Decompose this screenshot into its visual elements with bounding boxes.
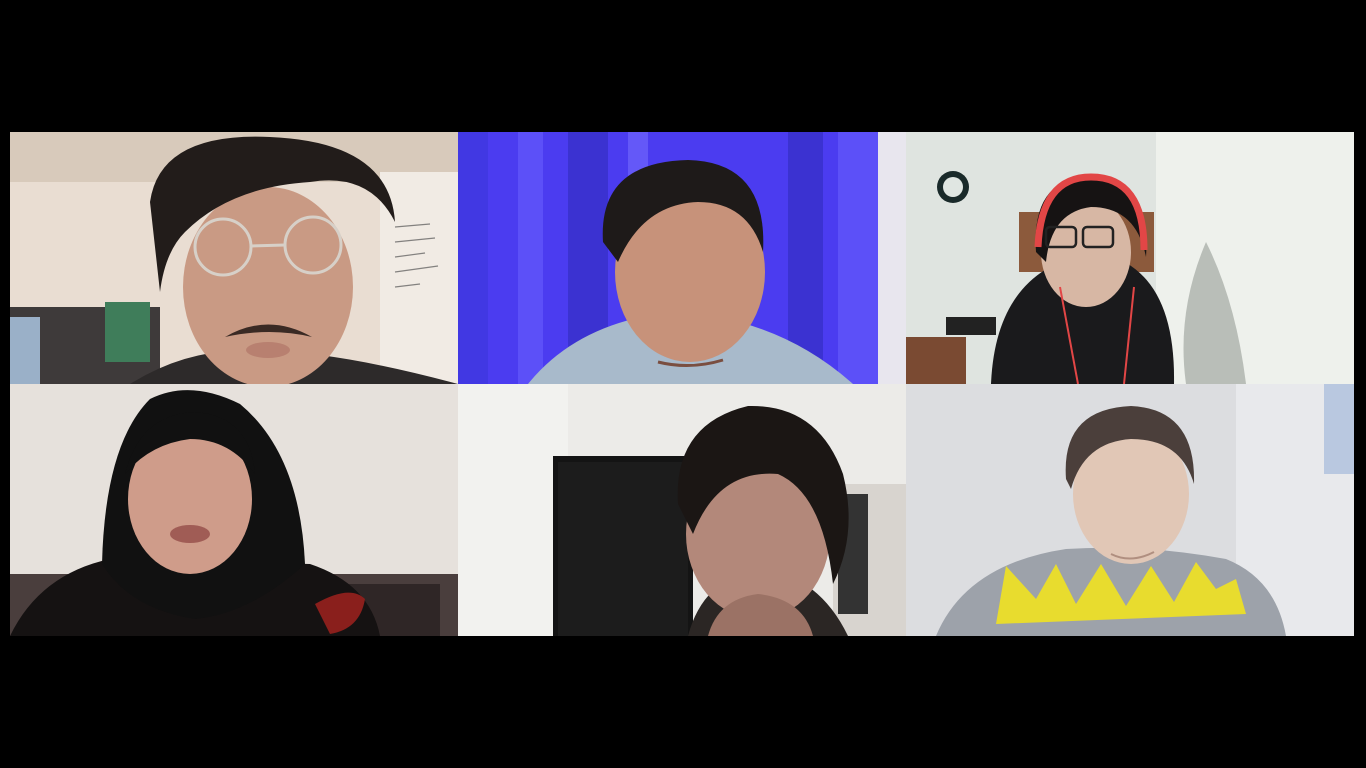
- participant-4-video: [10, 384, 458, 636]
- participant-tile-1[interactable]: [10, 132, 458, 384]
- participant-2-video: [458, 132, 906, 384]
- participant-1-video: [10, 132, 458, 384]
- video-call-stage: [0, 0, 1366, 768]
- participant-tile-2[interactable]: [458, 132, 906, 384]
- participant-5-video: [458, 384, 906, 636]
- participant-tile-6[interactable]: [906, 384, 1354, 636]
- participant-6-video: [906, 384, 1354, 636]
- participant-gallery: [10, 132, 1354, 636]
- participant-3-video: [906, 132, 1354, 384]
- participant-tile-3[interactable]: [906, 132, 1354, 384]
- participant-tile-4[interactable]: [10, 384, 458, 636]
- participant-tile-5[interactable]: [458, 384, 906, 636]
